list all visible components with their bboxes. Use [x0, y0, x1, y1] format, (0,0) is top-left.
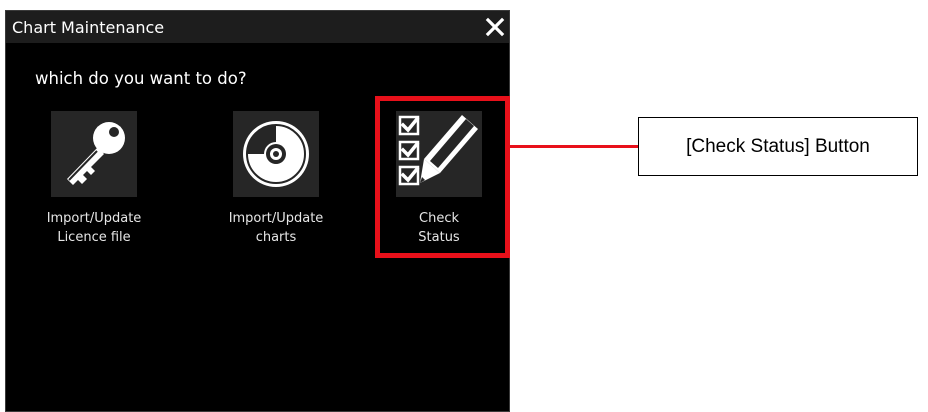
callout-box: [Check Status] Button	[638, 117, 918, 176]
dialog-title: Chart Maintenance	[12, 18, 165, 37]
check-status-button[interactable]: Check Status	[374, 111, 504, 261]
label-line: Licence file	[57, 230, 131, 245]
label-line: Check	[419, 211, 459, 226]
check-status-label: Check Status	[374, 209, 504, 247]
dialog-titlebar: Chart Maintenance	[6, 11, 509, 43]
checklist-pencil-icon	[396, 111, 482, 197]
chart-maintenance-dialog: Chart Maintenance which do you want to d…	[5, 10, 510, 412]
callout-leader-line	[510, 145, 638, 148]
label-line: Import/Update	[46, 211, 142, 226]
callout-text: [Check Status] Button	[686, 135, 870, 157]
label-line: Status	[418, 230, 460, 245]
disc-icon	[233, 111, 319, 197]
licence-button-label: Import/Update Licence file	[29, 209, 159, 247]
charts-button-label: Import/Update charts	[211, 209, 341, 247]
import-update-charts-button[interactable]: Import/Update charts	[211, 111, 341, 261]
dialog-prompt: which do you want to do?	[35, 69, 247, 88]
close-button[interactable]	[485, 17, 505, 37]
manual-figure: Chart Maintenance which do you want to d…	[0, 0, 928, 412]
label-line: Import/Update	[228, 211, 324, 226]
key-icon	[51, 111, 137, 197]
label-line: charts	[255, 230, 297, 245]
import-update-licence-button[interactable]: Import/Update Licence file	[29, 111, 159, 261]
close-icon	[485, 17, 505, 37]
